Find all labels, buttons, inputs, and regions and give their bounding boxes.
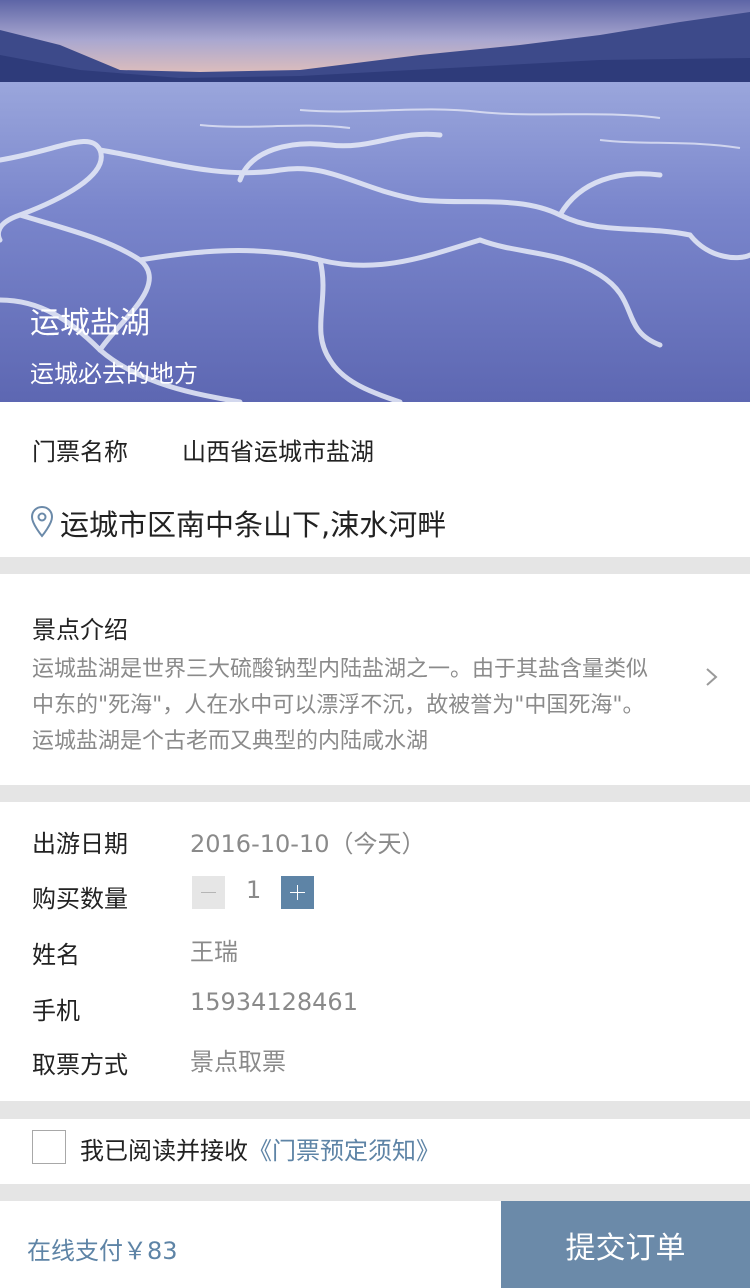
- bottom-bar: 在线支付￥83 提交订单: [0, 1201, 750, 1288]
- name-field[interactable]: 王瑞: [190, 932, 238, 967]
- phone-field[interactable]: 15934128461: [190, 988, 358, 1016]
- quantity-value: 1: [246, 876, 262, 904]
- pickup-method-value[interactable]: 景点取票: [190, 1042, 286, 1077]
- intro-line: 中东的"死海"，人在水中可以漂浮不沉，故被誉为"中国死海"。: [32, 693, 645, 718]
- order-form-section: 出游日期 2016-10-10（今天） 购买数量 1 姓名 王瑞 手机 1593…: [0, 802, 750, 1101]
- attraction-intro-section[interactable]: 景点介绍 运城盐湖是世界三大硫酸钠型内陆盐湖之一。由于其盐含量类似 中东的"死海…: [0, 574, 750, 785]
- intro-text: 运城盐湖是世界三大硫酸钠型内陆盐湖之一。由于其盐含量类似 中东的"死海"，人在水…: [32, 652, 692, 760]
- intro-title: 景点介绍: [32, 616, 128, 644]
- hero-subtitle: 运城必去的地方: [30, 360, 198, 388]
- chevron-right-icon[interactable]: [704, 666, 720, 688]
- quantity-label: 购买数量: [32, 885, 128, 913]
- hero-banner: 运城盐湖 运城必去的地方: [0, 0, 750, 402]
- travel-date-label: 出游日期: [32, 830, 128, 858]
- phone-label: 手机: [32, 997, 80, 1025]
- intro-line: 运城盐湖是个古老而又典型的内陆咸水湖: [32, 729, 429, 754]
- agree-text: 我已阅读并接收《门票预定须知》: [80, 1131, 440, 1166]
- agree-prefix: 我已阅读并接收: [80, 1137, 248, 1165]
- hero-title: 运城盐湖: [30, 306, 150, 341]
- ticket-info-section: 门票名称 山西省运城市盐湖 运城市区南中条山下,涑水河畔: [0, 402, 750, 557]
- booking-notice-link[interactable]: 《门票预定须知》: [248, 1137, 440, 1165]
- travel-date-value[interactable]: 2016-10-10（今天）: [190, 824, 425, 859]
- name-label: 姓名: [32, 941, 80, 969]
- agree-checkbox[interactable]: [32, 1130, 66, 1164]
- online-payment-total: 在线支付￥83: [27, 1237, 178, 1265]
- submit-order-button[interactable]: 提交订单: [501, 1201, 750, 1288]
- quantity-plus-button[interactable]: [281, 876, 314, 909]
- ticket-name-label: 门票名称: [32, 438, 128, 466]
- quantity-minus-button[interactable]: [192, 876, 225, 909]
- intro-line: 运城盐湖是世界三大硫酸钠型内陆盐湖之一。由于其盐含量类似: [32, 657, 649, 682]
- agreement-section: 我已阅读并接收《门票预定须知》: [0, 1119, 750, 1184]
- location-pin-icon: [30, 505, 54, 538]
- ticket-name-value: 山西省运城市盐湖: [182, 438, 374, 466]
- location-address: 运城市区南中条山下,涑水河畔: [60, 508, 447, 542]
- pickup-method-label: 取票方式: [32, 1051, 128, 1079]
